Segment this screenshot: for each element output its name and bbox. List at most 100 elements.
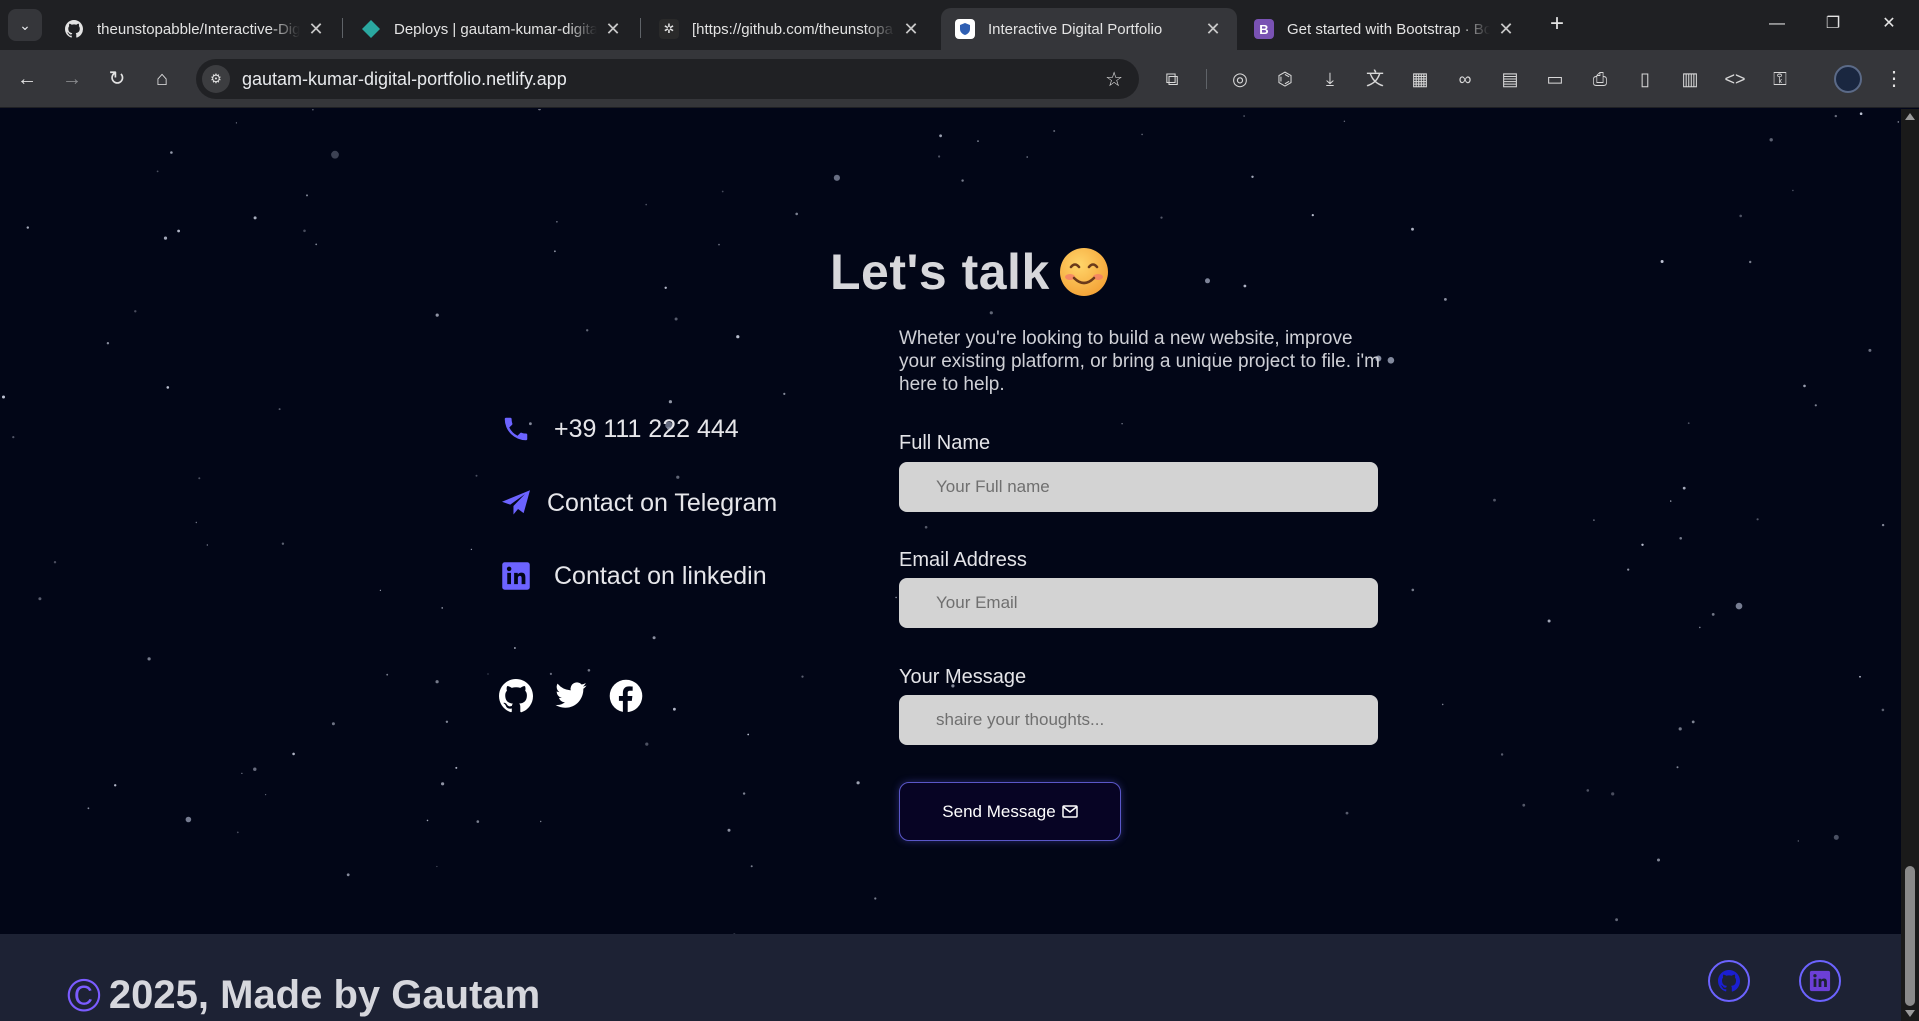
close-icon[interactable]: ✕ [901,19,921,40]
close-icon[interactable]: ✕ [1203,19,1223,40]
contact-phone[interactable]: +39 111 222 444 [500,413,739,445]
reader-mode-icon[interactable]: ▤ [1496,65,1524,93]
linkedin-icon [1809,970,1831,992]
star [235,122,237,124]
star [198,477,201,480]
star [833,174,841,181]
translate-icon[interactable]: 文 [1361,65,1389,93]
star [1749,260,1752,264]
back-button[interactable]: ← [11,63,43,95]
star [346,873,350,877]
close-icon[interactable]: ✕ [306,19,326,40]
star [540,820,542,823]
contact-telegram[interactable]: Contact on Telegram [500,487,777,519]
code-icon[interactable]: <> [1721,65,1749,93]
star [265,794,267,796]
full-name-label: Full Name [899,432,991,454]
toolbar-divider [1206,69,1207,89]
star [114,784,117,787]
tab-search-button[interactable]: ⌄ [8,9,42,41]
footer-github-button[interactable] [1708,960,1750,1002]
browser-tab-bar: ⌄ theunstopabble/Interactive-Dig ✕ Deplo… [0,0,1919,50]
full-name-input[interactable] [899,462,1378,512]
star [441,607,444,609]
new-tab-button[interactable]: + [1543,10,1571,38]
home-button[interactable]: ⌂ [146,63,178,95]
bookmark-star-icon[interactable]: ☆ [1105,67,1123,92]
page-viewport: Let's talk Wheter you're looking to buil… [0,109,1901,1021]
site-info-icon[interactable]: ⚙ [202,65,230,93]
address-bar[interactable]: ⚙ gautam-kumar-digital-portfolio.netlify… [196,59,1139,99]
star [1251,175,1254,178]
print-icon[interactable]: ⎙ [1586,65,1614,93]
send-button-label: Send Message [942,801,1056,821]
browser-tab-active[interactable]: Interactive Digital Portfolio ✕ [941,8,1237,50]
star [587,669,591,672]
browser-tab[interactable]: Deploys | gautam-kumar-digital ✕ [347,8,637,50]
download-icon[interactable]: ⤓ [1316,65,1344,93]
minimize-button[interactable]: — [1754,8,1800,40]
star [1859,112,1863,115]
password-key-icon[interactable]: ⚿ [1766,65,1794,93]
star [1311,214,1314,217]
star [586,329,589,332]
star [1792,189,1794,192]
star [331,722,335,726]
extensions-icon[interactable]: ⧉ [1158,65,1186,93]
more-menu-icon[interactable]: ⋮ [1880,63,1908,95]
browser-tab[interactable]: ✲ [https://github.com/theunstopa ✕ [645,8,935,50]
scroll-down-arrow-icon[interactable] [1905,1010,1915,1017]
star [1679,537,1682,540]
envelope-icon [1061,804,1078,818]
star [514,647,516,649]
star [1053,130,1056,132]
restore-button[interactable]: ❐ [1810,8,1856,40]
star [426,819,429,822]
star [961,179,964,182]
star [736,335,740,339]
page-title: Let's talk [830,244,1050,300]
cast-icon[interactable]: ▭ [1541,65,1569,93]
star [1611,792,1615,796]
tab-title: Interactive Digital Portfolio [988,20,1163,38]
browser-tab[interactable]: B Get started with Bootstrap · Boo ✕ [1240,8,1530,50]
link-icon[interactable]: ∞ [1451,65,1479,93]
star [1121,423,1123,425]
netlify-icon [361,19,381,39]
devices-icon[interactable]: ▯ [1631,65,1659,93]
star [134,310,137,313]
forward-button[interactable]: → [56,63,88,95]
copyright-icon: © [67,969,101,1021]
scrollbar-thumb[interactable] [1905,866,1915,1006]
reload-button[interactable]: ↻ [101,63,133,95]
footer-linkedin-button[interactable] [1799,960,1841,1002]
twitter-icon[interactable] [554,679,588,713]
facebook-icon[interactable] [609,679,643,713]
star [303,229,306,233]
star [163,236,168,240]
github-icon[interactable] [499,679,533,713]
email-input[interactable] [899,578,1378,628]
url-text: gautam-kumar-digital-portfolio.netlify.a… [242,69,567,89]
page-scrollbar[interactable] [1901,109,1919,1021]
star [1699,626,1701,629]
browser-tab[interactable]: theunstopabble/Interactive-Dig ✕ [50,8,340,50]
incognito-icon[interactable]: ⌬ [1271,65,1299,93]
close-window-button[interactable]: ✕ [1866,8,1912,40]
send-message-button[interactable]: Send Message [899,782,1121,841]
star [895,596,897,599]
contact-linkedin[interactable]: Contact on linkedin [500,560,767,592]
star [26,226,29,229]
message-input[interactable] [899,695,1378,745]
footer-text: 2025, Made by Gautam [108,972,541,1017]
table-icon[interactable]: ▥ [1676,65,1704,93]
star [1881,708,1885,712]
profile-avatar[interactable] [1834,65,1862,93]
scroll-up-arrow-icon[interactable] [1905,113,1915,120]
close-icon[interactable]: ✕ [1496,19,1516,40]
star [673,707,676,711]
qr-code-icon[interactable]: ▦ [1406,65,1434,93]
screenshot-icon[interactable]: ◎ [1226,65,1254,93]
close-icon[interactable]: ✕ [603,19,623,40]
star [1833,834,1839,840]
